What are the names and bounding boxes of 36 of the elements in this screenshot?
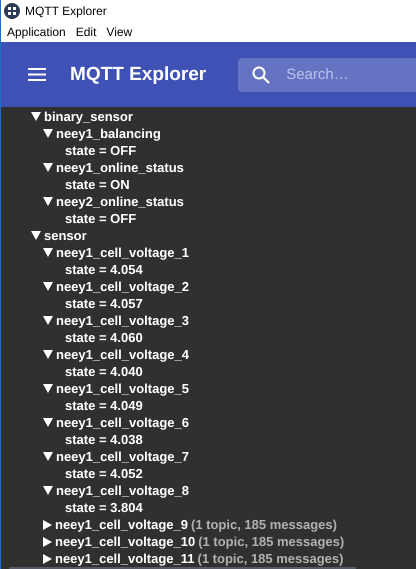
topic-value: state = 4.060 [64,330,143,345]
topic-name[interactable]: neey1_cell_voltage_8 [56,483,189,498]
topic-name[interactable]: neey1_cell_voltage_10 [55,534,196,549]
search-field[interactable]: Search… [238,58,416,92]
menu-item[interactable]: View [102,25,138,39]
topic-summary: (1 topic, 185 messages) [190,517,337,532]
topic-name[interactable]: neey1_cell_voltage_5 [56,381,189,396]
topic-value: state = OFF [64,143,136,158]
topic-value: state = 4.038 [64,432,143,447]
app-title: MQTT Explorer [70,64,206,86]
topic-summary: (1 topic, 185 messages) [198,551,344,566]
topic-value: state = ON [64,177,130,192]
topic-name[interactable]: neey1_online_status [56,160,184,175]
window-title: MQTT Explorer [25,4,107,18]
topic-value: state = 4.049 [64,398,143,413]
topic-name[interactable]: neey1_cell_voltage_7 [56,449,189,464]
topic-name[interactable]: neey2_online_status [56,194,184,209]
topic-value: state = 4.054 [64,262,143,277]
menu-item[interactable]: Application [3,25,72,39]
topic-name[interactable]: binary_sensor [44,109,133,124]
topic-name[interactable]: neey1_cell_voltage_3 [56,313,189,328]
topic-name[interactable]: neey1_cell_voltage_11 [55,551,194,566]
topic-name[interactable]: neey1_cell_voltage_1 [56,245,189,260]
topic-value: state = 3.804 [64,500,143,515]
topic-name[interactable]: sensor [44,228,87,243]
topic-name[interactable]: neey1_balancing [56,126,161,141]
topic-value: state = OFF [64,211,136,226]
topic-value: state = 4.052 [64,466,143,481]
topic-name[interactable]: neey1_cell_voltage_6 [56,415,189,430]
topic-summary: (1 topic, 185 messages) [198,534,344,549]
topic-value: state = 4.040 [64,364,143,379]
topic-name[interactable]: neey1_cell_voltage_4 [56,347,189,362]
topic-name[interactable]: neey1_cell_voltage_2 [56,279,189,294]
topic-name[interactable]: neey1_cell_voltage_9 [55,517,188,532]
topic-value: state = 4.057 [64,296,143,311]
menu-item[interactable]: Edit [72,25,102,39]
